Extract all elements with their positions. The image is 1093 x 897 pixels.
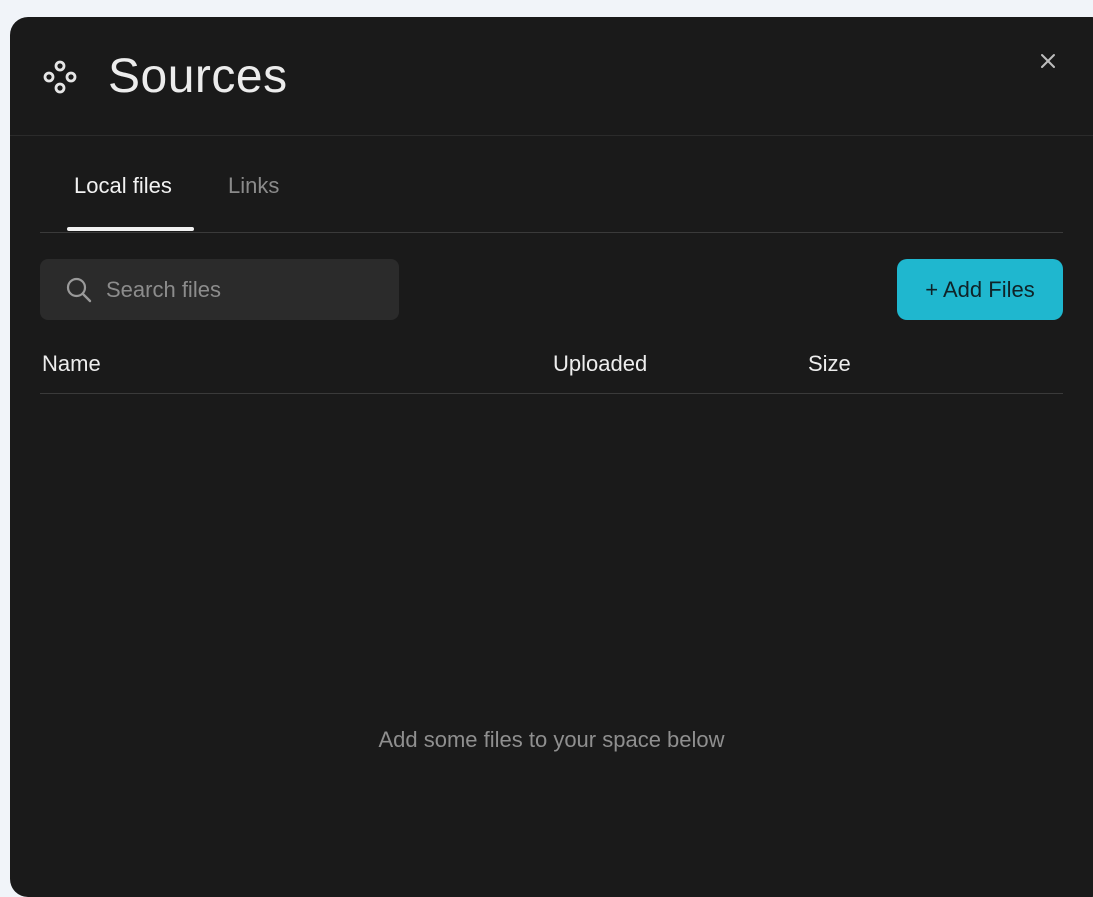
dialog-header: Sources — [10, 17, 1093, 136]
add-files-button[interactable]: + Add Files — [897, 259, 1063, 320]
dialog-title: Sources — [108, 50, 288, 103]
search-box[interactable] — [40, 259, 399, 320]
column-header-size[interactable]: Size — [808, 349, 851, 379]
empty-state-message: Add some files to your space below — [378, 727, 725, 752]
source-tabs: Local files Links — [40, 135, 1063, 233]
sources-dialog: Sources Local files Links + Add Files Na… — [10, 17, 1093, 897]
active-tab-indicator — [67, 227, 194, 231]
column-header-name[interactable]: Name — [42, 349, 101, 379]
search-input[interactable] — [106, 259, 386, 320]
tab-local-files[interactable]: Local files — [74, 171, 172, 201]
sources-dots-icon — [43, 60, 77, 94]
search-icon — [66, 277, 92, 303]
tab-links[interactable]: Links — [228, 171, 279, 201]
close-icon[interactable] — [1036, 49, 1060, 73]
column-header-uploaded[interactable]: Uploaded — [553, 349, 647, 379]
file-table-header: Name Uploaded Size — [40, 335, 1063, 394]
